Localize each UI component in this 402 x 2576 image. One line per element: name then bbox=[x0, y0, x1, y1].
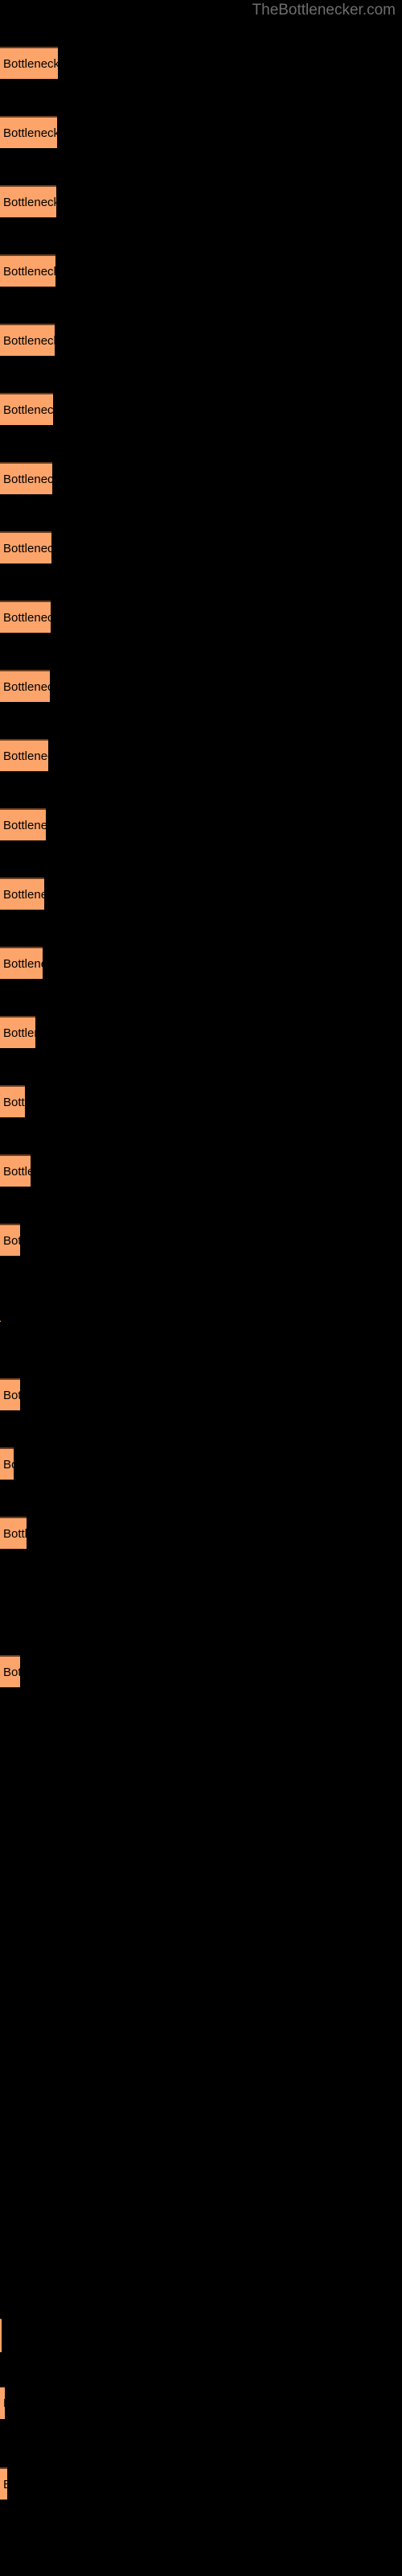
bar: Bottleneck result bbox=[0, 1447, 14, 1480]
bar: Bottleneck result bbox=[0, 1655, 20, 1687]
bar-label: Bottleneck result bbox=[3, 888, 44, 902]
bar-label: Bottleneck result bbox=[3, 2388, 5, 2419]
bar: Bottleneck result bbox=[0, 1016, 35, 1048]
bar: Bottleneck result bbox=[0, 254, 55, 287]
bar-label: Bottleneck result bbox=[3, 1165, 31, 1179]
bar: Bottleneck result bbox=[0, 116, 57, 148]
bar: Bottleneck result bbox=[0, 2318, 2, 2352]
bar-label: Bottleneck result bbox=[3, 1026, 35, 1040]
bar-label: Bottleneck result bbox=[3, 473, 52, 486]
bar: Bottleneck result bbox=[0, 1085, 25, 1117]
bar: Bottleneck result bbox=[0, 1154, 31, 1187]
bar-label: Bottleneck result bbox=[3, 1666, 20, 1679]
bar-label: Bottleneck result bbox=[3, 957, 43, 971]
bar-label: Bottleneck result bbox=[3, 611, 51, 625]
bar-label: Bottleneck result bbox=[3, 1458, 14, 1472]
bar-label: Bottleneck result bbox=[3, 126, 57, 140]
bar: Bottleneck result bbox=[0, 877, 44, 910]
bar: Bottleneck result bbox=[0, 670, 50, 702]
bar: Bottleneck result bbox=[0, 185, 56, 217]
bar-label: Bottleneck result bbox=[3, 1234, 20, 1248]
bar-label: Bottleneck result bbox=[3, 680, 50, 694]
bar: Bottleneck result bbox=[0, 947, 43, 979]
bar: Bottleneck result bbox=[0, 1224, 20, 1256]
bar-label: Bottleneck result bbox=[3, 265, 55, 279]
bar: Bottleneck result bbox=[0, 601, 51, 633]
site-watermark: TheBottlenecker.com bbox=[252, 2, 396, 19]
bar: Bottleneck result bbox=[0, 531, 51, 564]
bar: Bottleneck result bbox=[0, 1320, 1, 1322]
bar: Bottleneck result bbox=[0, 808, 46, 840]
bottleneck-bar-chart: Bottleneck result Bottleneck result Bott… bbox=[0, 0, 402, 2576]
bar: Bottleneck result bbox=[0, 1517, 27, 1549]
bar-label: Bottleneck result bbox=[3, 2469, 7, 2500]
bar: Bottleneck result bbox=[0, 393, 53, 425]
bar-label: Bottleneck result bbox=[3, 819, 46, 832]
bar: Bottleneck result bbox=[0, 462, 52, 494]
bar-label: Bottleneck result bbox=[3, 1527, 27, 1541]
bar-label: Bottleneck result bbox=[3, 57, 58, 71]
bar-label: Bottleneck result bbox=[3, 1389, 20, 1402]
bar: Bottleneck result bbox=[0, 47, 58, 79]
bar: Bottleneck result bbox=[0, 324, 55, 356]
bar-label: Bottleneck result bbox=[3, 196, 56, 209]
bar-label: Bottleneck result bbox=[3, 542, 51, 555]
bar-label: Bottleneck result bbox=[3, 403, 53, 417]
bar: Bottleneck result bbox=[0, 1378, 20, 1410]
bar-label: Bottleneck result bbox=[3, 749, 48, 763]
bar: Bottleneck result bbox=[0, 739, 48, 771]
bar: Bottleneck result bbox=[0, 2387, 5, 2419]
bar: Bottleneck result bbox=[0, 2467, 7, 2500]
bar-label: Bottleneck result bbox=[3, 1096, 25, 1109]
bar-label: Bottleneck result bbox=[3, 334, 55, 348]
